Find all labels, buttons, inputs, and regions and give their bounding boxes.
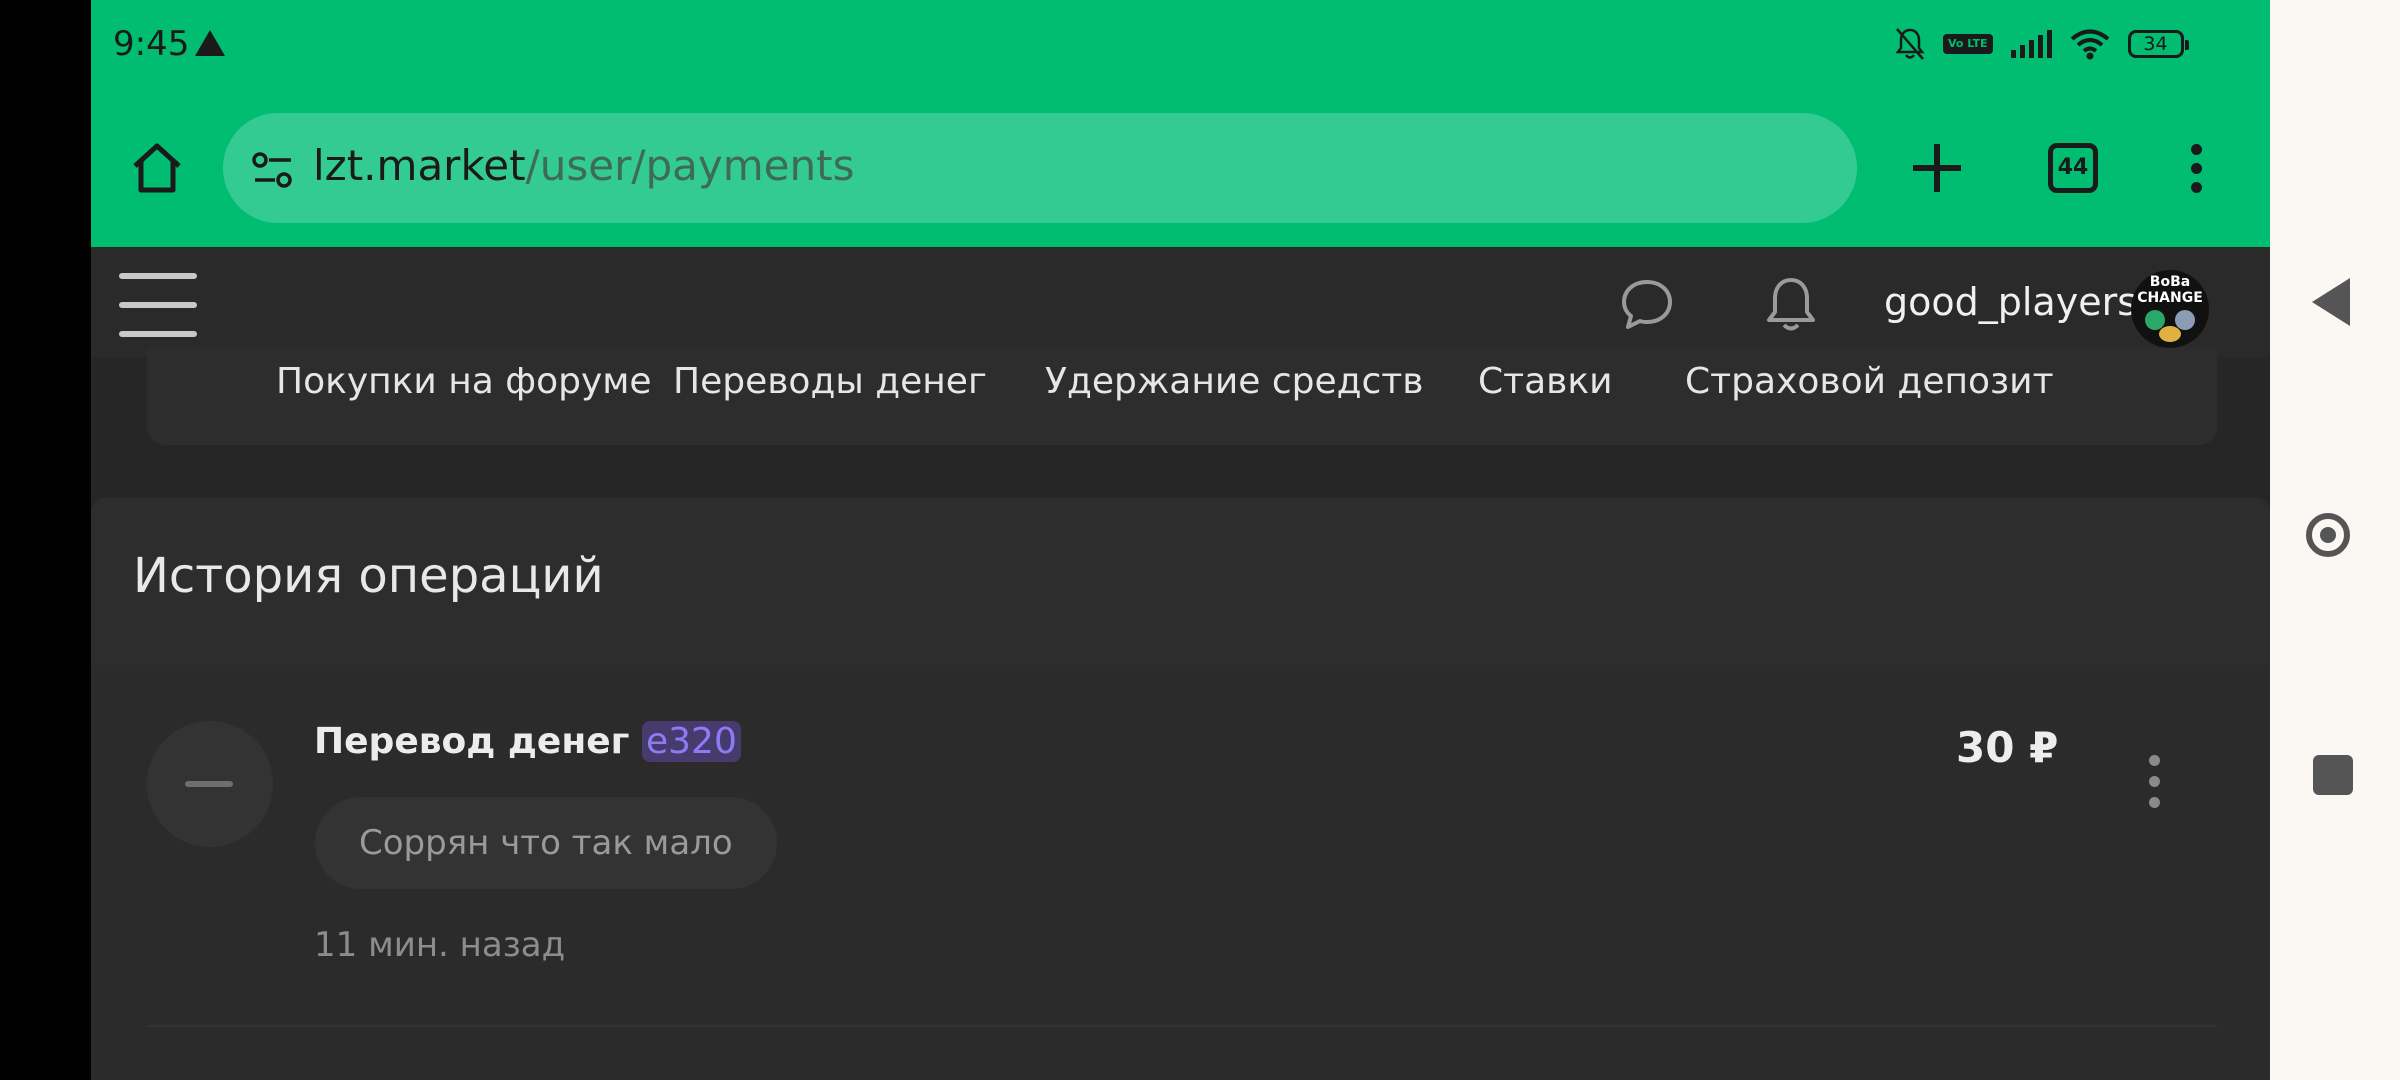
tab-insurance-deposit[interactable]: Страховой депозит — [1685, 361, 2054, 402]
operation-type: Перевод денег — [314, 721, 630, 762]
home-icon[interactable] — [129, 140, 185, 196]
operation-user-link[interactable]: e320 — [642, 721, 741, 762]
battery-icon: 34 — [2127, 30, 2189, 58]
site-settings-icon[interactable] — [251, 150, 295, 190]
operation-menu-icon[interactable] — [2149, 755, 2161, 811]
home-circle-icon[interactable] — [2306, 513, 2350, 557]
avatar-coin-icon — [2175, 310, 2195, 330]
tab-switcher-button[interactable]: 44 — [2048, 143, 2098, 193]
bell-icon[interactable] — [1763, 274, 1819, 334]
operation-item: Перевод денег e320 Соррян что так мало 1… — [91, 665, 2270, 1080]
recent-apps-icon[interactable] — [2313, 755, 2353, 795]
signal-icon — [2010, 30, 2052, 58]
status-time: 9:45 — [113, 24, 190, 64]
avatar-logo-text: BoBa CHANGE — [2137, 274, 2203, 306]
chat-icon[interactable] — [1619, 276, 1675, 332]
operation-title: Перевод денег e320 — [314, 721, 741, 762]
tab-money-transfers[interactable]: Переводы денег — [673, 361, 987, 402]
operation-amount: 30 ₽ — [1956, 723, 2059, 772]
url-text[interactable]: lzt.market/user/payments — [313, 141, 854, 190]
operation-time: 11 мин. назад — [314, 925, 566, 965]
browser-menu-icon[interactable] — [2191, 144, 2203, 194]
back-icon[interactable] — [2312, 278, 2350, 326]
volte-icon: Vo LTE — [1943, 34, 1993, 54]
tab-bets[interactable]: Ставки — [1478, 361, 1613, 402]
username[interactable]: good_players — [1884, 280, 2137, 324]
operation-comment: Соррян что так мало — [315, 797, 777, 889]
left-black-strip — [0, 0, 91, 1080]
bell-off-icon — [1895, 28, 1925, 60]
url-domain: lzt.market — [313, 141, 526, 190]
warning-icon — [195, 30, 225, 56]
history-panel: История операций — [91, 498, 2270, 668]
address-bar[interactable]: lzt.market/user/payments — [223, 113, 1857, 223]
payment-tabs: Покупки на форуме Переводы денег Удержан… — [147, 347, 2217, 445]
avatar-coin-icon — [2159, 326, 2181, 342]
phone-screen: 9:45 Vo LTE 34 lzt.market/user/payments … — [91, 0, 2270, 1080]
divider — [147, 1025, 2217, 1027]
browser-chrome: 9:45 Vo LTE 34 lzt.market/user/payments … — [91, 0, 2270, 247]
tab-funds-hold[interactable]: Удержание средств — [1045, 361, 1424, 402]
wifi-icon — [2070, 29, 2109, 60]
status-icons: Vo LTE 34 — [1895, 24, 2189, 64]
avatar[interactable]: BoBa CHANGE — [2131, 270, 2209, 348]
page-title: История операций — [133, 548, 604, 604]
url-path: /user/payments — [525, 141, 855, 190]
hamburger-menu-icon[interactable] — [119, 273, 197, 337]
minus-icon — [147, 721, 273, 847]
new-tab-plus-icon[interactable] — [1909, 140, 1965, 196]
tab-forum-purchases[interactable]: Покупки на форуме — [276, 361, 652, 402]
